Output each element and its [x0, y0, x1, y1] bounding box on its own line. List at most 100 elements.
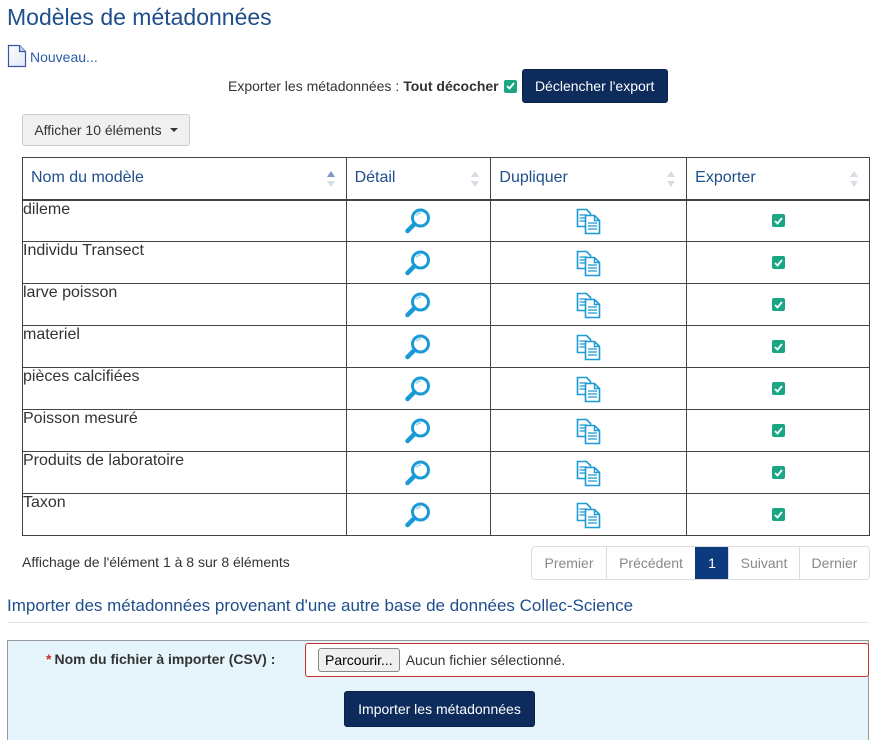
- export-checkbox[interactable]: [771, 424, 785, 437]
- export-cell: [686, 409, 870, 452]
- copy-icon[interactable]: [575, 250, 603, 276]
- toggle-all-link[interactable]: Tout décocher: [403, 78, 498, 94]
- page-length-dropdown[interactable]: Afficher 10 éléments: [22, 114, 190, 146]
- magnifier-icon[interactable]: [404, 208, 432, 233]
- table-row: pièces calcifiées: [22, 367, 870, 410]
- table-header-row: Nom du modèle Détail Dupliquer Exporter: [22, 157, 870, 201]
- table-row: materiel: [22, 325, 870, 368]
- required-marker: *: [46, 651, 52, 667]
- column-header-export[interactable]: Exporter: [686, 157, 870, 201]
- copy-icon[interactable]: [575, 376, 603, 402]
- duplicate-cell: [490, 409, 688, 452]
- sort-icon: [471, 171, 480, 187]
- copy-icon[interactable]: [575, 502, 603, 528]
- magnifier-icon[interactable]: [404, 418, 432, 443]
- template-name: Poisson mesuré: [22, 409, 347, 452]
- copy-icon[interactable]: [575, 292, 603, 318]
- page-first-button[interactable]: Premier: [532, 547, 606, 579]
- export-cell: [686, 325, 870, 368]
- page-previous-button[interactable]: Précédent: [606, 547, 695, 579]
- export-toolbar: Exporter les métadonnées : Tout décocher…: [228, 69, 668, 103]
- pagination: Premier Précédent 1 Suivant Dernier: [531, 546, 870, 580]
- new-template-link[interactable]: Nouveau...: [7, 44, 98, 68]
- caret-down-icon: [169, 128, 178, 132]
- template-name: Taxon: [22, 493, 347, 536]
- sort-asc-icon: [326, 171, 335, 187]
- column-header-detail[interactable]: Détail: [345, 157, 492, 201]
- template-name: pièces calcifiées: [22, 367, 347, 410]
- export-label: Exporter les métadonnées :: [228, 78, 400, 94]
- copy-icon[interactable]: [575, 460, 603, 486]
- template-name: Individu Transect: [22, 241, 347, 284]
- table-row: dileme: [22, 199, 870, 242]
- magnifier-icon[interactable]: [404, 250, 432, 275]
- document-icon: [7, 44, 27, 68]
- magnifier-icon[interactable]: [404, 292, 432, 317]
- magnifier-icon[interactable]: [404, 376, 432, 401]
- file-status: Aucun fichier sélectionné.: [405, 652, 566, 668]
- detail-cell: [345, 283, 492, 326]
- page-length-label: Afficher 10 éléments: [34, 122, 162, 138]
- page-next-button[interactable]: Suivant: [728, 547, 799, 579]
- export-checkbox[interactable]: [771, 466, 785, 479]
- export-checkbox[interactable]: [771, 382, 785, 395]
- magnifier-icon[interactable]: [404, 334, 432, 359]
- table-row: Poisson mesuré: [22, 409, 870, 452]
- sort-icon: [850, 171, 858, 187]
- duplicate-cell: [490, 241, 688, 284]
- file-input[interactable]: Parcourir... Aucun fichier sélectionné.: [305, 643, 869, 677]
- new-template-label[interactable]: Nouveau...: [30, 49, 98, 65]
- duplicate-cell: [490, 451, 688, 494]
- table-row: Taxon: [22, 493, 870, 536]
- sort-icon: [667, 171, 676, 187]
- duplicate-cell: [490, 199, 688, 242]
- detail-cell: [345, 241, 492, 284]
- template-name: materiel: [22, 325, 347, 368]
- detail-cell: [345, 451, 492, 494]
- duplicate-cell: [490, 283, 688, 326]
- detail-cell: [345, 199, 492, 242]
- export-checkbox[interactable]: [771, 214, 785, 228]
- table-row: larve poisson: [22, 283, 870, 326]
- copy-icon[interactable]: [575, 208, 603, 235]
- detail-cell: [345, 325, 492, 368]
- magnifier-icon[interactable]: [404, 460, 432, 485]
- browse-button[interactable]: Parcourir...: [318, 648, 400, 672]
- copy-icon[interactable]: [575, 334, 603, 360]
- duplicate-cell: [490, 493, 688, 536]
- page-last-button[interactable]: Dernier: [799, 547, 869, 579]
- export-cell: [686, 451, 870, 494]
- export-cell: [686, 241, 870, 284]
- detail-cell: [345, 493, 492, 536]
- trigger-export-button[interactable]: Déclencher l'export: [521, 69, 668, 103]
- divider: [7, 622, 869, 623]
- detail-cell: [345, 367, 492, 410]
- export-checkbox[interactable]: [771, 340, 785, 353]
- export-checkbox[interactable]: [771, 298, 785, 311]
- export-cell: [686, 367, 870, 410]
- column-header-name[interactable]: Nom du modèle: [22, 157, 347, 201]
- export-checkbox[interactable]: [771, 256, 785, 269]
- template-name: larve poisson: [22, 283, 347, 326]
- table-row: Individu Transect: [22, 241, 870, 284]
- magnifier-icon[interactable]: [404, 502, 432, 527]
- file-field-label: * Nom du fichier à importer (CSV) :: [46, 651, 276, 667]
- export-all-checkbox[interactable]: [503, 79, 517, 93]
- column-header-duplicate[interactable]: Dupliquer: [490, 157, 688, 201]
- template-name: dileme: [22, 199, 347, 242]
- import-form: * Nom du fichier à importer (CSV) : Parco…: [7, 640, 869, 740]
- detail-cell: [345, 409, 492, 452]
- export-cell: [686, 283, 870, 326]
- template-name: Produits de laboratoire: [22, 451, 347, 494]
- page-title: Modèles de métadonnées: [7, 4, 272, 30]
- templates-table: Nom du modèle Détail Dupliquer Exporter …: [22, 157, 870, 536]
- page-current-button[interactable]: 1: [695, 547, 728, 579]
- export-cell: [686, 493, 870, 536]
- export-cell: [686, 199, 870, 242]
- copy-icon[interactable]: [575, 418, 603, 444]
- import-heading: Importer des métadonnées provenant d'une…: [7, 596, 634, 615]
- export-checkbox[interactable]: [771, 508, 785, 521]
- import-submit-button[interactable]: Importer les métadonnées: [344, 691, 535, 727]
- duplicate-cell: [490, 325, 688, 368]
- table-info: Affichage de l'élément 1 à 8 sur 8 éléme…: [22, 554, 290, 570]
